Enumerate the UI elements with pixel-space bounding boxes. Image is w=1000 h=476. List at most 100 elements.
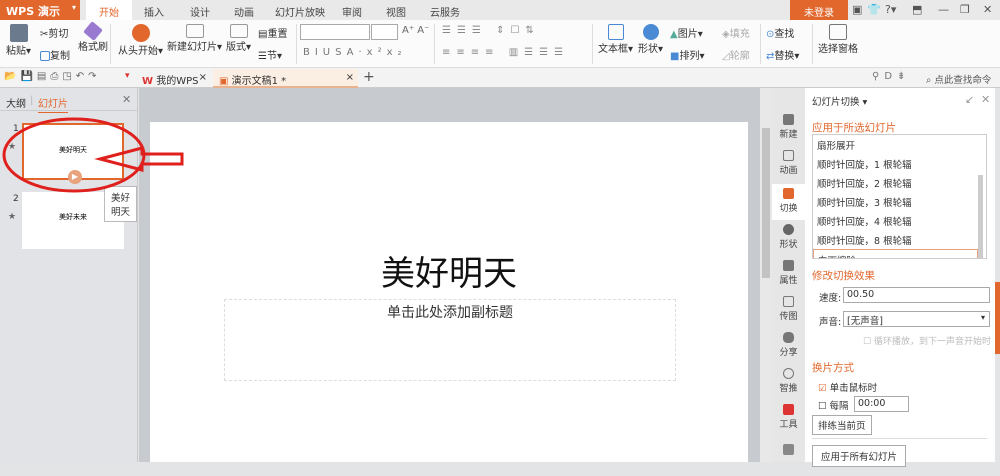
list-item[interactable]: 顺时针回旋，3 根轮辐	[813, 192, 986, 211]
tab-outline[interactable]: 大纲	[6, 95, 26, 110]
list-item[interactable]: 顺时针回旋，1 根轮辐	[813, 154, 986, 173]
sidebar-label: 智推	[779, 384, 798, 394]
sidebar-item-new[interactable]: 新建	[772, 110, 805, 146]
on-click-checkbox[interactable]: ☑ 单击鼠标时	[818, 380, 877, 394]
outline-button[interactable]: ◿轮廓	[722, 47, 750, 62]
sound-select[interactable]: [无声音] ▾	[843, 311, 990, 327]
list-item[interactable]: 顺时针回旋，4 根轮辐	[813, 211, 986, 230]
textbox-button[interactable]: 文本框▾	[598, 24, 633, 55]
fill-button[interactable]: ◈填充	[722, 25, 750, 40]
font-family-select[interactable]	[300, 24, 370, 40]
list-item[interactable]: 扇形展开	[813, 135, 986, 154]
search-command-label: 点此查找命令	[934, 75, 992, 86]
sidebar-item-shape[interactable]: 形状	[772, 220, 805, 256]
shape-button[interactable]: 形状▾	[638, 24, 663, 55]
sidebar-item-upload-image[interactable]: 传图	[772, 292, 805, 328]
align-buttons[interactable]: ≡≡≡≡ ▥☰☰☰	[442, 47, 569, 58]
quick-access-icons[interactable]: 📂💾▤⎙◳↶↷	[4, 71, 101, 82]
shirt-icon[interactable]: 👕	[867, 3, 881, 16]
every-checkbox[interactable]: ☐ 每隔	[818, 398, 849, 412]
apply-all-button[interactable]: 应用于所有幻灯片	[812, 445, 907, 467]
cut-button[interactable]: ✂剪切	[40, 25, 68, 40]
font-style-buttons[interactable]: BIUSA·x²x₂	[303, 47, 407, 58]
paste-label: 粘贴	[6, 46, 26, 57]
pane-title[interactable]: 幻灯片切换 ▾	[812, 94, 867, 108]
sidebar-item-recommend[interactable]: 智推	[772, 364, 805, 400]
list-scrollbar[interactable]	[978, 175, 983, 258]
font-size-select[interactable]	[371, 24, 398, 40]
app-menu-button[interactable]: WPS 演示 ▾	[0, 0, 80, 20]
close-icon[interactable]: ✕	[983, 3, 992, 16]
close-icon[interactable]: ✕	[122, 93, 131, 106]
list-item[interactable]: 顺时针回旋，8 根轮辐	[813, 230, 986, 249]
format-painter-button[interactable]: 格式刷	[78, 21, 108, 53]
slide-title[interactable]: 美好明天	[150, 246, 748, 295]
dock-icon[interactable]: ↙	[965, 93, 974, 106]
arrange-label: 排列	[679, 51, 700, 62]
close-icon[interactable]: ✕	[981, 93, 990, 106]
new-slide-label: 新建幻灯片	[167, 42, 217, 53]
new-tab-icon[interactable]: +	[363, 69, 375, 85]
find-label: 查找	[774, 29, 795, 40]
arrange-button[interactable]: ■排列▾	[670, 47, 704, 62]
paste-button[interactable]: 粘贴▾	[6, 24, 31, 57]
minimize-icon[interactable]: —	[938, 3, 949, 16]
shape-icon	[642, 24, 659, 40]
replace-button[interactable]: ⇄替换▾	[766, 47, 799, 62]
customize-icon[interactable]: ▾	[125, 71, 130, 81]
play-from-start-button[interactable]: 从头开始▾	[118, 24, 163, 57]
picture-button[interactable]: ▲图片▾	[670, 25, 703, 40]
find-button[interactable]: ⊙查找	[766, 25, 794, 40]
slide[interactable]: 美好明天 单击此处添加副标题	[150, 122, 748, 462]
sidebar-item-transition[interactable]: 切换	[772, 184, 805, 220]
sidebar-item-animation[interactable]: 动画	[772, 146, 805, 182]
loop-checkbox[interactable]: ☐ 循环播放，到下一声音开始时	[863, 334, 991, 347]
tab-slideshow[interactable]: 幻灯片放映	[270, 0, 330, 20]
login-button[interactable]: 未登录	[790, 0, 848, 20]
close-icon[interactable]: ×	[199, 72, 207, 83]
sidebar-item-tools[interactable]: 工具	[772, 400, 805, 436]
every-label: 每隔	[829, 401, 849, 412]
presentation-icon: ▣	[219, 76, 229, 87]
quick-tools-icons[interactable]: ⚲D⇟	[872, 71, 910, 82]
pane-collapse-handle[interactable]	[995, 282, 1000, 354]
sidebar-item-share[interactable]: 分享	[772, 328, 805, 364]
tab-view[interactable]: 视图	[376, 0, 416, 20]
selection-pane-button[interactable]: 选择窗格	[818, 24, 858, 55]
list-item[interactable]: 顺时针回旋，2 根轮辐	[813, 173, 986, 192]
tab-cloud[interactable]: 云服务	[420, 0, 470, 20]
copy-button[interactable]: 复制	[40, 47, 70, 62]
search-command[interactable]: ⌕ 点此查找命令	[926, 72, 991, 86]
sidebar-item-more[interactable]	[772, 440, 805, 476]
layout-button[interactable]: 版式▾	[226, 24, 251, 53]
transition-list[interactable]: 扇形展开 顺时针回旋，1 根轮辐 顺时针回旋，2 根轮辐 顺时针回旋，3 根轮辐…	[812, 134, 987, 259]
sidebar-item-properties[interactable]: 属性	[772, 256, 805, 292]
close-icon[interactable]: ×	[346, 72, 354, 83]
paragraph-buttons[interactable]: ☰☰☰ ⇕☐⇅	[442, 25, 540, 36]
tab-document[interactable]: ▣ 演示文稿1 * ×	[213, 69, 358, 88]
every-input[interactable]: 00:00	[854, 396, 909, 412]
task-sidebar: 新建 动画 切换 形状 属性 传图 分享 智推 工具	[772, 88, 805, 462]
tab-insert[interactable]: 插入	[134, 0, 174, 20]
vertical-scrollbar[interactable]	[760, 88, 772, 462]
list-item-selected[interactable]: 向下擦除	[813, 249, 978, 258]
tab-home[interactable]: 开始	[86, 0, 132, 20]
font-grow-shrink[interactable]: A⁺ A⁻	[402, 25, 429, 36]
speed-input[interactable]: 00.50	[843, 287, 990, 303]
fullscreen-icon[interactable]: ⬒	[912, 3, 922, 16]
tab-my-wps[interactable]: W 我的WPS ×	[136, 69, 211, 88]
restore-icon[interactable]: ❐	[960, 3, 970, 16]
help-icon[interactable]: ?▾	[885, 3, 896, 16]
section-button[interactable]: ☰节▾	[258, 47, 282, 62]
sidebar-label: 分享	[779, 348, 798, 358]
tab-animation[interactable]: 动画	[224, 0, 264, 20]
new-slide-button[interactable]: 新建幻灯片▾	[167, 24, 222, 53]
subtitle-placeholder[interactable]: 单击此处添加副标题	[224, 299, 676, 381]
picture-label: 图片	[677, 29, 698, 40]
tab-design[interactable]: 设计	[180, 0, 220, 20]
rehearse-button[interactable]: 排练当前页	[812, 415, 872, 435]
skin-icon[interactable]: ▣	[852, 3, 862, 16]
tab-review[interactable]: 审阅	[332, 0, 372, 20]
reset-button[interactable]: ▤重置	[258, 25, 287, 40]
search-icon: ⌕	[926, 75, 932, 86]
